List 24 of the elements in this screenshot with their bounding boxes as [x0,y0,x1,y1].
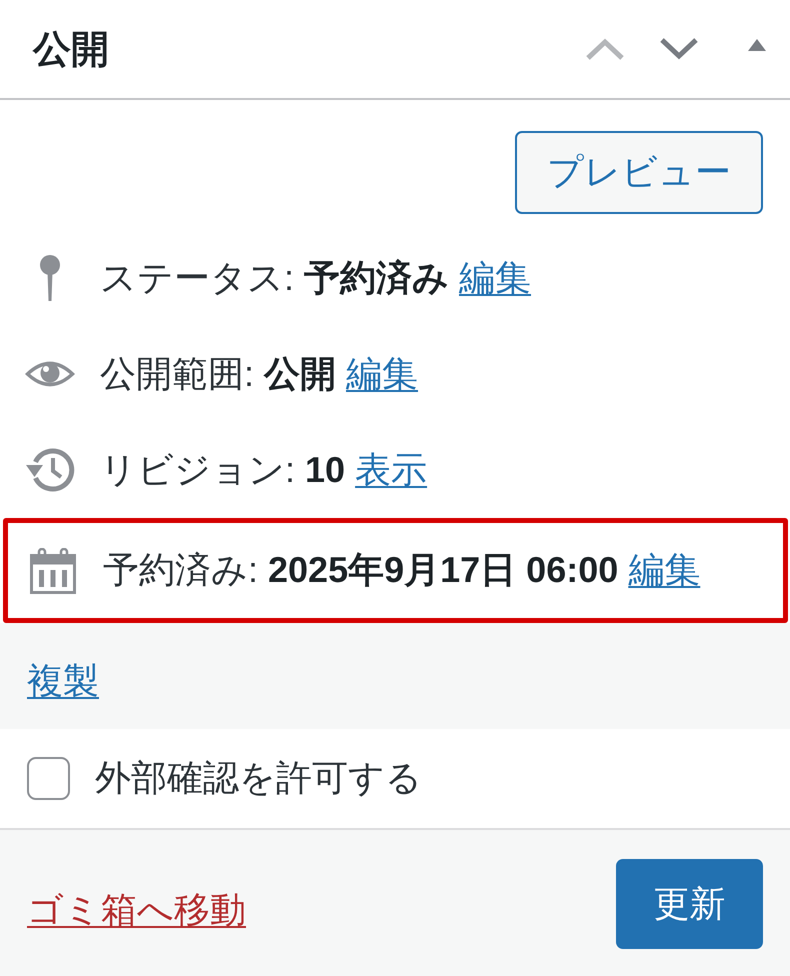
field-value: 公開 [264,352,336,396]
chevron-up-icon [585,38,625,60]
update-button[interactable]: 更新 [616,859,763,949]
field-value: 2025年9月17日 06:00 [268,548,618,592]
duplicate-link[interactable]: 複製 [27,656,99,706]
edit-link[interactable]: 編集 [459,254,532,302]
triangle-up-icon [748,39,766,51]
field-label: 予約済み: [103,548,258,592]
trash-link[interactable]: ゴミ箱へ移動 [27,886,246,935]
edit-link[interactable]: 編集 [628,546,700,595]
calendar-icon [30,548,76,594]
edit-link[interactable]: 表示 [355,446,428,494]
chevron-down-icon [659,38,699,60]
edit-link[interactable]: 編集 [346,350,418,398]
field-value: 10 [305,449,346,491]
checkbox[interactable] [27,757,70,800]
checkbox-label: 外部確認を許可する [95,756,422,800]
pushpin-icon [39,255,61,301]
field-label: リビジョン: [100,448,296,492]
field-label: ステータス: [100,256,294,300]
field-label: 公開範囲: [100,352,254,396]
preview-button[interactable]: プレビュー [515,131,763,214]
panel-title: 公開 [33,28,109,72]
field-value: 予約済み [304,256,450,300]
